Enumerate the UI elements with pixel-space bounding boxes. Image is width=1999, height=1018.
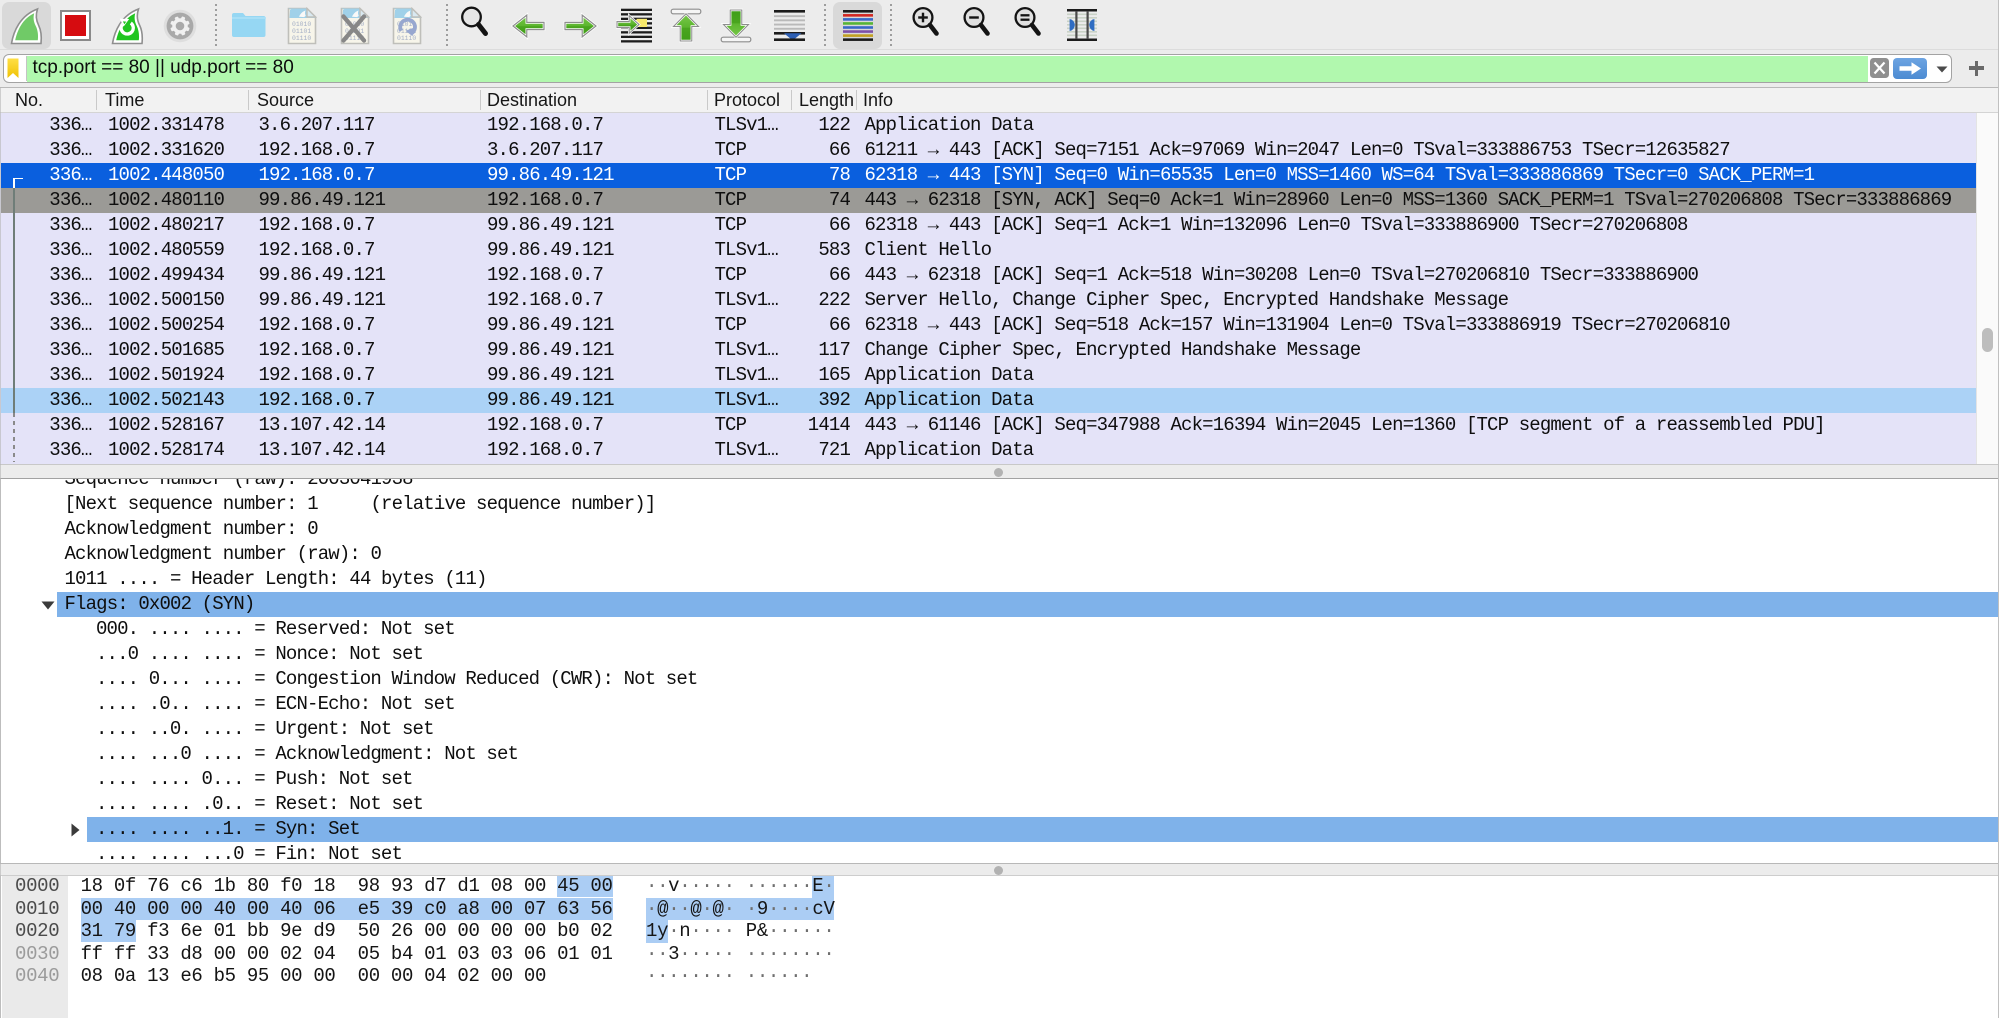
svg-text:01110: 01110 — [292, 35, 311, 42]
svg-text:01010: 01010 — [292, 21, 311, 28]
svg-text:01101: 01101 — [292, 28, 311, 35]
svg-text:01110: 01110 — [397, 35, 416, 42]
